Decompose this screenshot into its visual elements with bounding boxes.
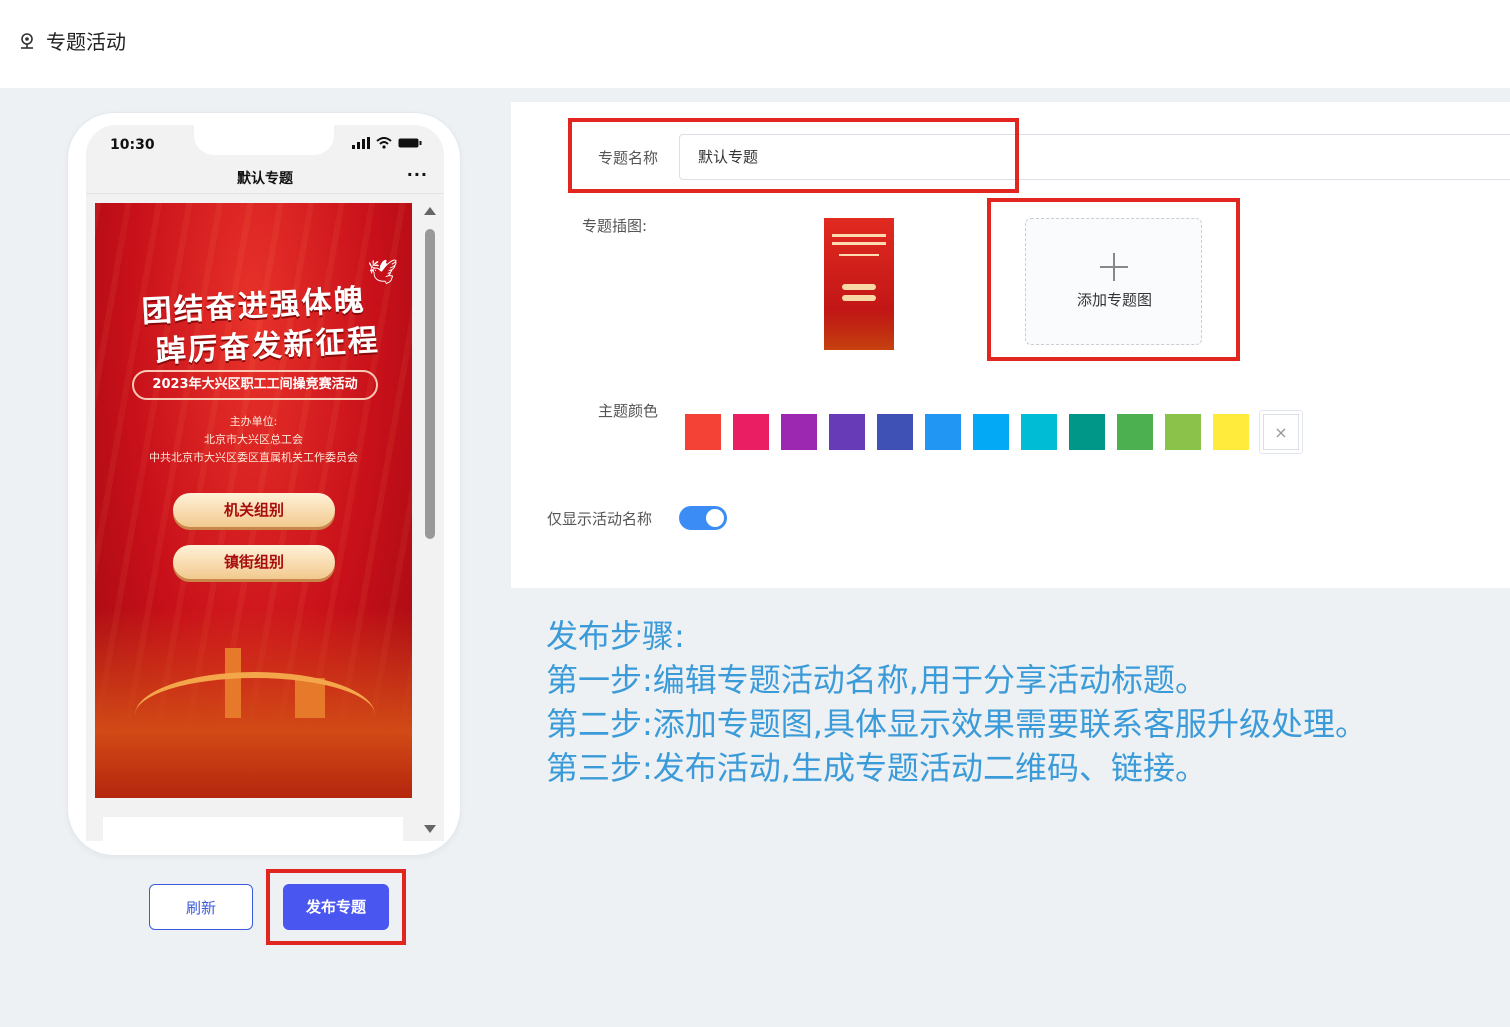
page-title: 专题活动 bbox=[46, 30, 126, 54]
color-swatch-light-blue[interactable] bbox=[973, 414, 1009, 450]
poster-image: 🕊 团结奋进强体魄 踔厉奋发新征程 2023年大兴区职工工间操竞赛活动 主办单位… bbox=[95, 203, 412, 798]
highlight-name bbox=[568, 118, 1019, 193]
instruction-step-1: 第一步:编辑专题活动名称,用于分享活动标题。 bbox=[546, 661, 1207, 699]
color-swatch-purple[interactable] bbox=[781, 414, 817, 450]
location-pin-icon bbox=[21, 32, 33, 49]
highlight-upload bbox=[987, 198, 1240, 361]
color-swatch-deep-purple[interactable] bbox=[829, 414, 865, 450]
top-bar: 专题活动 bbox=[0, 0, 1510, 88]
instruction-step-3: 第三步:发布活动,生成专题活动二维码、链接。 bbox=[546, 749, 1207, 787]
color-swatch-yellow[interactable] bbox=[1213, 414, 1249, 450]
scroll-down-icon[interactable] bbox=[424, 825, 436, 833]
poster-button-2[interactable]: 镇街组别 bbox=[173, 545, 335, 579]
page-title-wrap: 专题活动 bbox=[18, 26, 126, 55]
clear-color-button[interactable]: × bbox=[1263, 414, 1299, 450]
topic-image-thumbnail[interactable] bbox=[824, 218, 894, 350]
color-swatch-green[interactable] bbox=[1117, 414, 1153, 450]
poster-host-label: 主办单位: bbox=[229, 415, 278, 428]
instruction-step-2: 第二步:添加专题图,具体显示效果需要联系客服升级处理。 bbox=[546, 705, 1367, 743]
clear-color-wrap: × bbox=[1259, 410, 1303, 454]
color-swatch-red[interactable] bbox=[685, 414, 721, 450]
highlight-publish bbox=[266, 869, 406, 945]
poster-arch bbox=[135, 672, 375, 758]
preview-nav-title: 默认专题 bbox=[237, 171, 293, 187]
color-swatch-indigo[interactable] bbox=[877, 414, 913, 450]
color-swatch-cyan[interactable] bbox=[1021, 414, 1057, 450]
more-icon[interactable]: ··· bbox=[407, 165, 428, 184]
poster-host-2: 中共北京市大兴区委区直属机关工作委员会 bbox=[149, 451, 358, 464]
color-swatch-teal[interactable] bbox=[1069, 414, 1105, 450]
thumb-line bbox=[832, 234, 886, 237]
thumb-button bbox=[842, 295, 876, 301]
nav-divider bbox=[86, 193, 444, 194]
thumb-base bbox=[824, 310, 894, 350]
scroll-up-icon[interactable] bbox=[424, 207, 436, 215]
color-swatch-blue[interactable] bbox=[925, 414, 961, 450]
image-label: 专题插图: bbox=[582, 217, 648, 235]
color-swatch-pink[interactable] bbox=[733, 414, 769, 450]
poster-event-title: 2023年大兴区职工工间操竞赛活动 bbox=[132, 370, 378, 400]
wifi-icon bbox=[376, 137, 392, 149]
phone-screen: 10:30 默认专题 ··· 🕊 团结奋进强体魄 踔厉奋发新征程 2023年大兴… bbox=[86, 125, 444, 841]
show-name-only-toggle[interactable] bbox=[679, 506, 727, 530]
status-icons bbox=[352, 137, 422, 149]
poster-host-1: 北京市大兴区总工会 bbox=[204, 433, 303, 446]
color-swatches: × bbox=[685, 410, 1303, 454]
phone-notch bbox=[194, 125, 334, 155]
signal-icon bbox=[352, 137, 370, 149]
refresh-button[interactable]: 刷新 bbox=[149, 884, 253, 930]
instruction-title: 发布步骤: bbox=[546, 617, 685, 655]
poster-button-1[interactable]: 机关组别 bbox=[173, 493, 335, 527]
color-label: 主题颜色 bbox=[598, 402, 659, 420]
thumb-button bbox=[842, 284, 876, 290]
preview-scrollbar[interactable] bbox=[423, 203, 437, 833]
status-time: 10:30 bbox=[110, 137, 155, 153]
color-swatch-light-green[interactable] bbox=[1165, 414, 1201, 450]
toggle-label: 仅显示活动名称 bbox=[547, 510, 653, 528]
thumb-line bbox=[839, 254, 879, 256]
publish-instructions: 发布步骤: 第一步:编辑专题活动名称,用于分享活动标题。 第二步:添加专题图,具… bbox=[546, 614, 1367, 790]
scroll-thumb[interactable] bbox=[425, 229, 435, 539]
battery-icon bbox=[398, 138, 422, 148]
toggle-knob bbox=[706, 509, 724, 527]
phone-bottom-bar bbox=[103, 817, 403, 841]
thumb-line bbox=[832, 242, 886, 245]
